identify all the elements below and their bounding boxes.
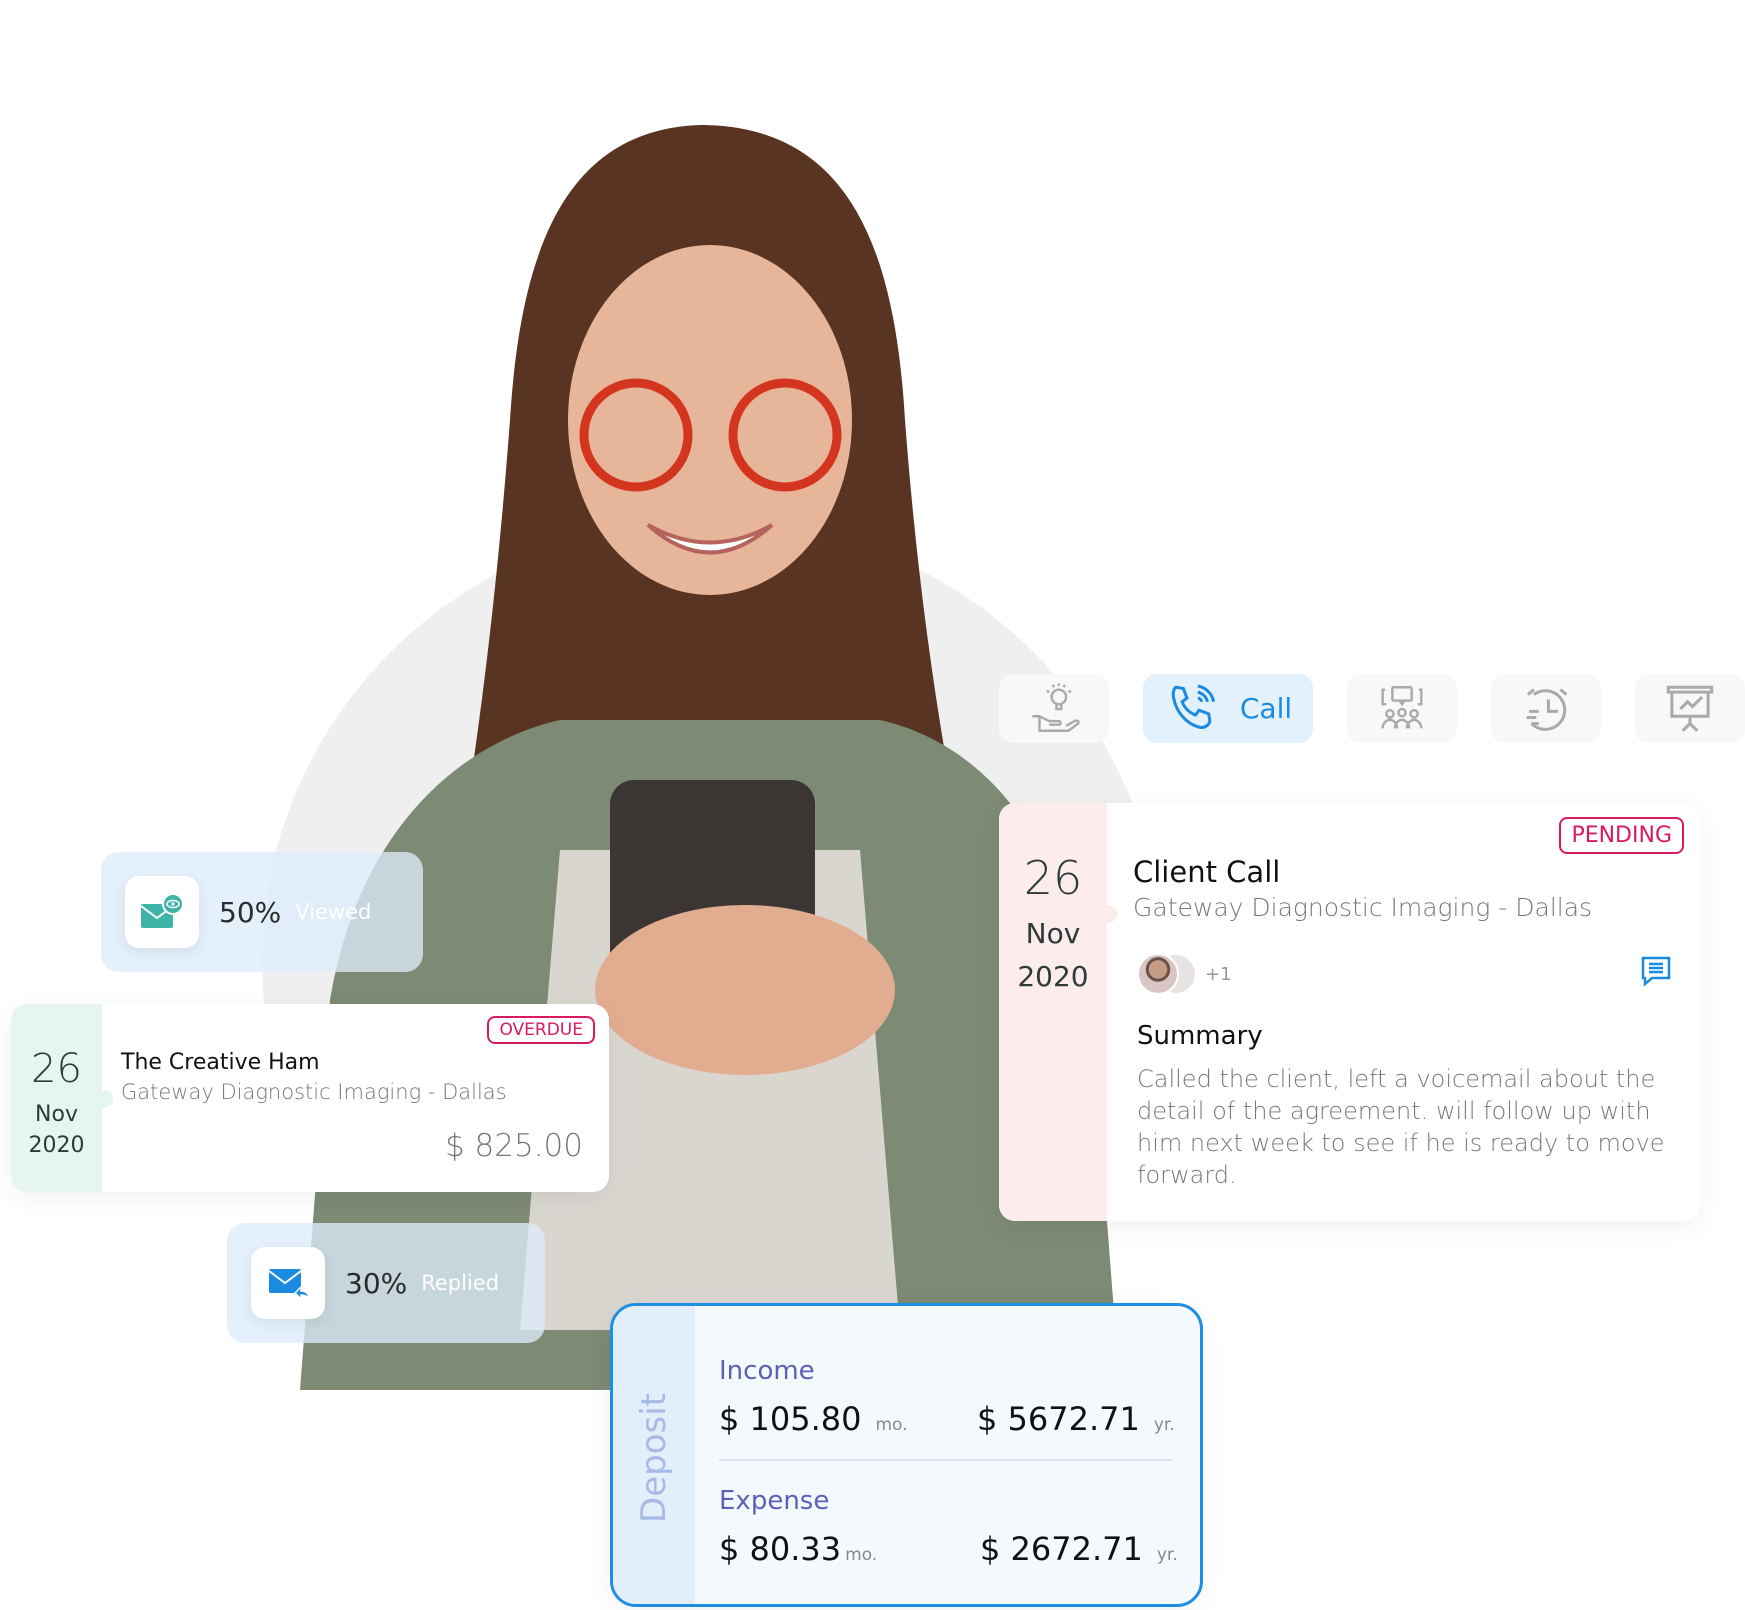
status-badge: PENDING <box>1559 817 1684 854</box>
viewed-label: Viewed <box>295 900 372 924</box>
email-replied-stat: 30% Replied <box>227 1223 545 1343</box>
monthly-unit: mo. <box>875 1415 908 1435</box>
glasses-right <box>728 378 842 492</box>
date-month: Nov <box>1025 917 1081 950</box>
activity-type-meeting[interactable] <box>1347 674 1457 743</box>
date-day: 26 <box>1023 851 1083 905</box>
activity-type-deadline[interactable] <box>1491 674 1601 743</box>
viewed-percent: 50% <box>219 895 282 929</box>
divider <box>719 1459 1172 1461</box>
email-replied-icon-box <box>251 1247 325 1319</box>
client-call-card[interactable]: 26 Nov 2020 PENDING Client Call Gateway … <box>999 803 1700 1221</box>
invoice-company: Gateway Diagnostic Imaging - Dallas <box>121 1080 507 1104</box>
income-heading: Income <box>719 1356 815 1386</box>
email-replied-icon <box>268 1269 310 1302</box>
activity-title: Client Call <box>1133 855 1281 889</box>
expense-monthly-value: $ 80.33 <box>719 1530 842 1568</box>
meeting-icon <box>1381 685 1423 728</box>
activity-company: Gateway Diagnostic Imaging - Dallas <box>1133 893 1593 922</box>
email-viewed-icon-box <box>125 876 199 948</box>
email-viewed-stat: 50% Viewed <box>101 852 423 972</box>
presentation-icon <box>1666 685 1714 732</box>
date-day: 26 <box>31 1046 82 1092</box>
yearly-unit: yr. <box>1156 1545 1178 1565</box>
idea-hand-icon <box>1032 683 1080 732</box>
date-year: 2020 <box>28 1133 85 1158</box>
expense-monthly: $ 80.33 mo. <box>719 1530 877 1568</box>
income-yearly-value: $ 5672.71 <box>977 1400 1140 1438</box>
invoice-date: 26 Nov 2020 <box>11 1004 102 1192</box>
deposit-side-label: Deposit <box>613 1306 695 1604</box>
date-year: 2020 <box>1017 960 1089 993</box>
invoice-title: The Creative Ham <box>121 1050 320 1075</box>
call-label: Call <box>1239 692 1293 725</box>
phone-call-icon <box>1171 684 1215 729</box>
summary-text: Called the client, left a voicemail abou… <box>1137 1065 1665 1189</box>
yearly-unit: yr. <box>1153 1415 1175 1435</box>
activity-type-presentation[interactable] <box>1635 674 1745 743</box>
summary-heading: Summary <box>1137 1021 1263 1051</box>
activity-date: 26 Nov 2020 <box>999 803 1107 1221</box>
income-yearly: $ 5672.71 yr. <box>977 1400 1175 1438</box>
invoice-amount: $ 825.00 <box>444 1128 583 1164</box>
expense-yearly: $ 2672.71 yr. <box>980 1530 1178 1568</box>
invoice-card[interactable]: 26 Nov 2020 OVERDUE The Creative Ham Gat… <box>11 1004 609 1192</box>
extra-participants-count: +1 <box>1205 963 1232 985</box>
income-monthly-value: $ 105.80 <box>719 1400 862 1438</box>
timer-icon <box>1526 687 1568 731</box>
income-monthly: $ 105.80 mo. <box>719 1400 908 1438</box>
date-notch <box>95 1090 113 1108</box>
activity-type-call[interactable]: Call <box>1143 674 1313 743</box>
expense-yearly-value: $ 2672.71 <box>980 1530 1143 1568</box>
glasses-left <box>579 378 693 492</box>
avatar <box>1137 953 1179 995</box>
monthly-unit: mo. <box>845 1545 878 1565</box>
email-viewed-icon <box>140 893 184 928</box>
activity-type-idea[interactable] <box>999 674 1109 743</box>
participants[interactable]: +1 <box>1137 953 1232 995</box>
deposit-label: Deposit <box>634 1393 674 1523</box>
date-notch <box>1099 905 1117 923</box>
status-badge: OVERDUE <box>487 1016 595 1044</box>
replied-label: Replied <box>421 1271 500 1295</box>
date-month: Nov <box>35 1102 78 1127</box>
expense-heading: Expense <box>719 1486 830 1516</box>
replied-percent: 30% <box>345 1266 408 1300</box>
comment-icon[interactable] <box>1638 953 1674 989</box>
deposit-card[interactable]: Deposit Income $ 105.80 mo. $ 5672.71 yr. … <box>610 1303 1203 1607</box>
